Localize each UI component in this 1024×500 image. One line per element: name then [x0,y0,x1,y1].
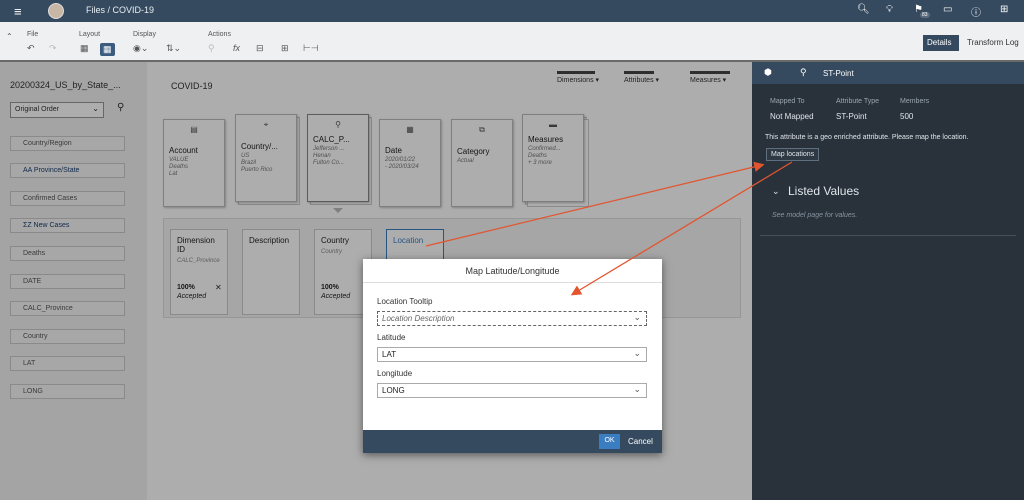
latitude-value: LAT [382,350,397,359]
card-view-icon[interactable]: ▦ [100,43,115,56]
display-group-label: Display [133,31,156,38]
longitude-value: LONG [382,386,405,395]
notification-badge: 83 [920,12,930,18]
members-label: Members [900,98,930,105]
split-icon[interactable]: ⊢⊣ [303,43,319,54]
redo-icon[interactable]: ↷ [49,43,57,54]
location-tooltip-select[interactable]: Location Description ⌄ [377,311,647,326]
attribute-type-value: ST-Point [836,112,867,121]
actions-group-label: Actions [208,31,231,38]
latitude-label: Latitude [377,333,406,342]
cancel-button[interactable]: Cancel [628,437,653,446]
details-tabs: ⬢ ⚲ ST-Point [752,62,1024,84]
collapse-chevron-icon[interactable]: ⌃ [6,32,13,41]
dialog-title: Map Latitude/Longitude [465,266,560,276]
chevron-down-icon: ⌄ [633,384,641,394]
pin-icon[interactable]: ⚲ [208,43,215,54]
lightbulb-icon[interactable]: 💡︎ [886,4,893,15]
transform-log-tab[interactable]: Transform Log [967,38,1019,47]
divider [760,235,1016,236]
geo-message: This attribute is a geo enriched attribu… [765,134,969,141]
st-point-tab[interactable]: ST-Point [823,69,854,78]
see-model-text: See model page for values. [772,212,858,219]
transform-icon[interactable]: ⊟ [256,43,264,54]
details-tab[interactable]: Details [923,35,959,51]
chevron-down-icon: ⌄ [633,312,641,322]
map-lat-long-dialog: Map Latitude/Longitude Location Tooltip … [363,259,662,453]
divider [363,282,662,283]
longitude-select[interactable]: LONG ⌄ [377,383,647,398]
hierarchy-icon[interactable]: ⊞ [281,43,289,54]
shell-bar: ≡ Files / COVID-19 🔍︎ 💡︎ ⚑ 83 ▭ ⓘ ⊞ [0,0,1024,22]
ok-button[interactable]: OK [599,434,620,449]
location-tooltip-placeholder: Location Description [382,314,455,323]
chevron-down-icon[interactable]: ⌄ [772,186,780,197]
avatar[interactable] [48,3,64,19]
file-group-label: File [27,31,39,38]
attribute-type-label: Attribute Type [836,98,880,105]
mapped-to-label: Mapped To [770,98,805,105]
layout-group-label: Layout [79,31,101,38]
search-icon[interactable]: 🔍︎ [857,4,870,15]
dialog-footer: OK Cancel [363,430,662,453]
help-icon[interactable]: ⓘ [971,4,981,19]
undo-icon[interactable]: ↶ [27,43,35,54]
longitude-label: Longitude [377,369,413,378]
details-panel: ⬢ ⚲ ST-Point Mapped To Attribute Type Me… [752,62,1024,500]
cube-icon[interactable]: ⬢ [764,67,772,78]
apps-grid-icon[interactable]: ⊞ [1000,4,1008,15]
breadcrumb[interactable]: Files / COVID-19 [86,5,154,15]
grid-view-icon[interactable]: ▦ [80,43,89,54]
location-pin-icon[interactable]: ⚲ [800,67,807,78]
chevron-down-icon: ⌄ [633,348,641,358]
visibility-icon[interactable]: ◉⌄ [133,43,148,54]
menu-icon[interactable]: ≡ [14,4,22,19]
map-locations-button[interactable]: Map locations [766,148,820,161]
formula-icon[interactable]: fx [233,43,240,53]
listed-values-heading: Listed Values [788,184,860,198]
chat-icon[interactable]: ▭ [943,4,952,15]
toolbar: ⌃ File ↶ ↷ Layout ▦ ▦ Display ◉⌄ ⇅⌄ Acti… [0,22,1024,60]
latitude-select[interactable]: LAT ⌄ [377,347,647,362]
members-value: 500 [900,112,914,121]
mapped-to-value: Not Mapped [770,112,814,121]
location-tooltip-label: Location Tooltip [377,297,433,306]
sort-icon[interactable]: ⇅⌄ [166,43,181,54]
